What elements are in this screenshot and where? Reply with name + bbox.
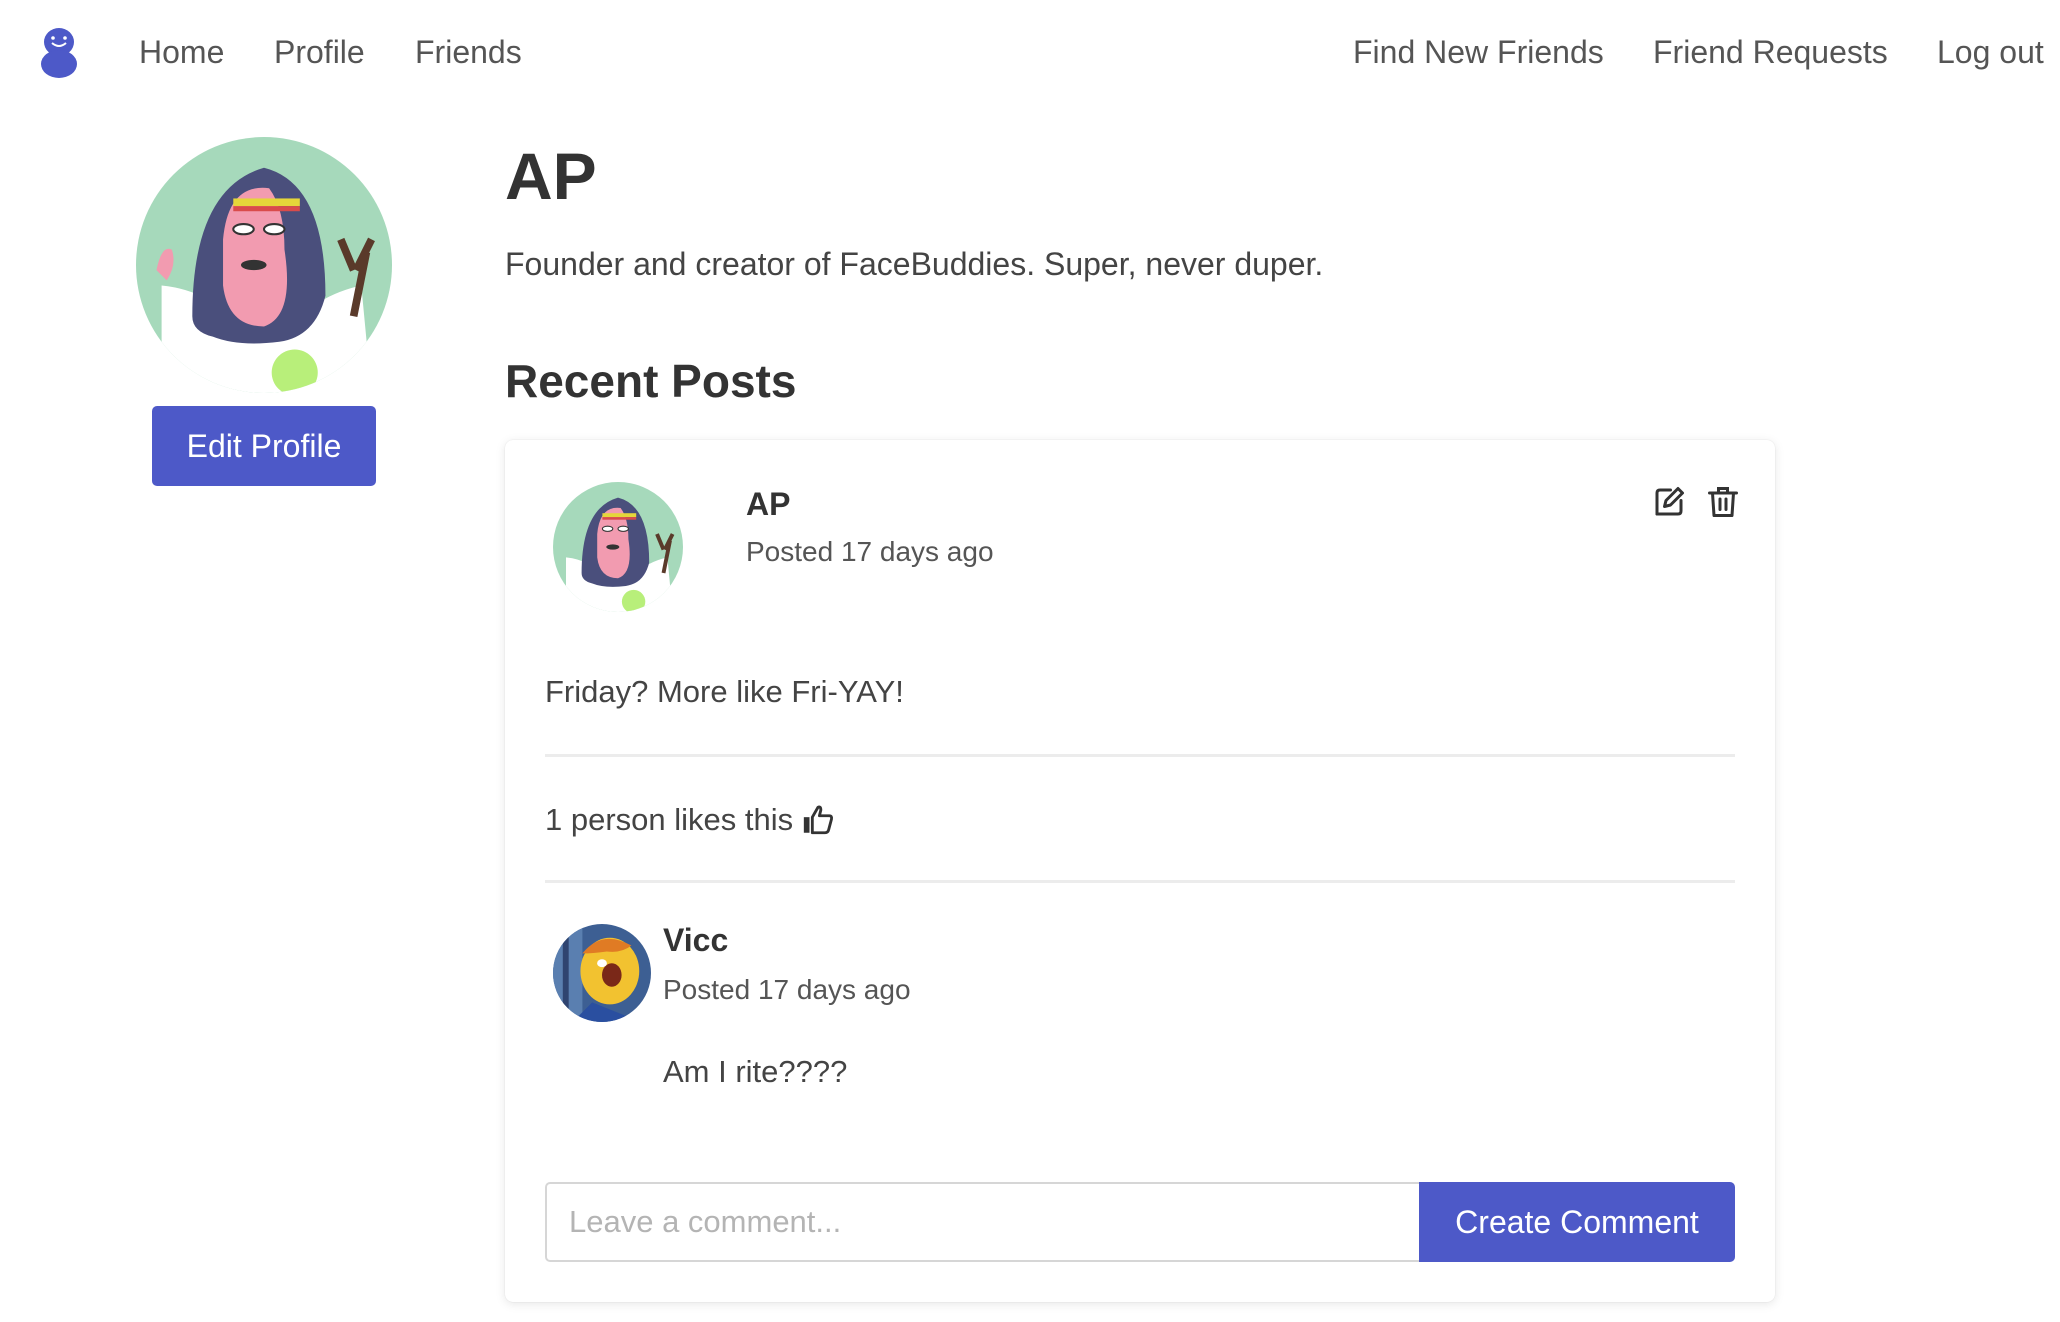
avatar-image bbox=[553, 924, 651, 1022]
nav-friend-requests-link[interactable]: Friend Requests bbox=[1653, 34, 1888, 71]
profile-name: AP bbox=[505, 139, 597, 213]
nav-profile-link[interactable]: Profile bbox=[274, 34, 365, 71]
buddy-logo-icon[interactable] bbox=[38, 26, 80, 78]
nav-find-friends-link[interactable]: Find New Friends bbox=[1353, 34, 1604, 71]
post-card: AP Posted 17 days ago Friday? More like … bbox=[505, 440, 1775, 1302]
edit-icon[interactable] bbox=[1651, 484, 1687, 520]
post-timestamp: Posted 17 days ago bbox=[746, 536, 994, 567]
nav-logout-link[interactable]: Log out bbox=[1937, 34, 2044, 71]
create-comment-button[interactable]: Create Comment bbox=[1419, 1182, 1735, 1262]
comment-author-name[interactable]: Vicc bbox=[663, 922, 728, 959]
profile-avatar bbox=[136, 137, 392, 393]
avatar-image bbox=[136, 137, 392, 393]
nav-home-link[interactable]: Home bbox=[139, 34, 224, 71]
post-author-name[interactable]: AP bbox=[746, 486, 790, 523]
trash-icon[interactable] bbox=[1705, 484, 1741, 520]
like-summary[interactable]: 1 person likes this bbox=[545, 802, 835, 838]
navbar: Home Profile Friends Find New Friends Fr… bbox=[0, 0, 2060, 106]
post-author-avatar bbox=[553, 482, 683, 612]
like-count-text: 1 person likes this bbox=[545, 802, 794, 837]
thumbs-up-icon[interactable] bbox=[801, 803, 835, 837]
likes-divider bbox=[545, 880, 1735, 883]
comment-timestamp: Posted 17 days ago bbox=[663, 974, 911, 1005]
edit-profile-button[interactable]: Edit Profile bbox=[152, 406, 376, 486]
post-divider bbox=[545, 754, 1735, 757]
comment-input[interactable] bbox=[545, 1182, 1419, 1262]
recent-posts-title: Recent Posts bbox=[505, 355, 797, 407]
comment-author-avatar bbox=[553, 924, 651, 1022]
profile-bio: Founder and creator of FaceBuddies. Supe… bbox=[505, 246, 1324, 282]
post-body: Friday? More like Fri-YAY! bbox=[545, 674, 904, 709]
comment-body: Am I rite???? bbox=[663, 1054, 848, 1089]
avatar-image bbox=[553, 482, 683, 612]
nav-friends-link[interactable]: Friends bbox=[415, 34, 522, 71]
